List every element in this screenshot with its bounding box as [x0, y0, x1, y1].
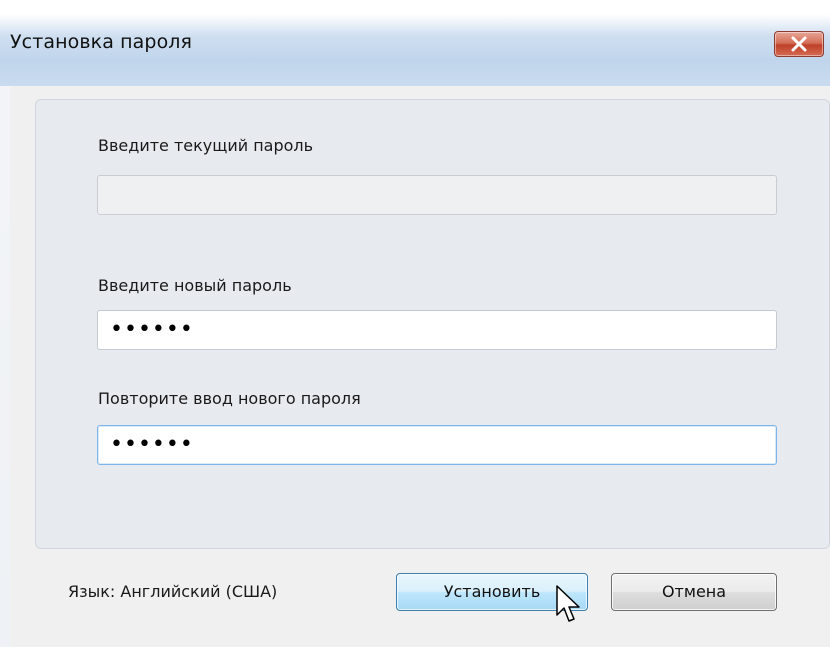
current-password-field[interactable] [97, 175, 777, 215]
current-password-label: Введите текущий пароль [98, 136, 314, 155]
close-icon [791, 36, 807, 52]
new-password-label: Введите новый пароль [98, 276, 292, 295]
password-dialog: Установка пароля Введите текущий пароль … [0, 0, 830, 647]
mouse-pointer-icon [556, 585, 580, 622]
repeat-password-field[interactable]: •••••• [97, 425, 777, 465]
cancel-button[interactable]: Отмена [611, 573, 777, 611]
dialog-title: Установка пароля [10, 31, 193, 53]
repeat-password-label: Повторите ввод нового пароля [98, 389, 361, 408]
close-button[interactable] [774, 31, 824, 57]
new-password-field[interactable]: •••••• [97, 310, 777, 350]
password-panel: Введите текущий пароль Введите новый пар… [35, 99, 830, 549]
title-bar[interactable]: Установка пароля [0, 0, 830, 86]
dialog-body: Введите текущий пароль Введите новый пар… [10, 86, 830, 647]
language-indicator: Язык: Английский (США) [68, 582, 278, 601]
